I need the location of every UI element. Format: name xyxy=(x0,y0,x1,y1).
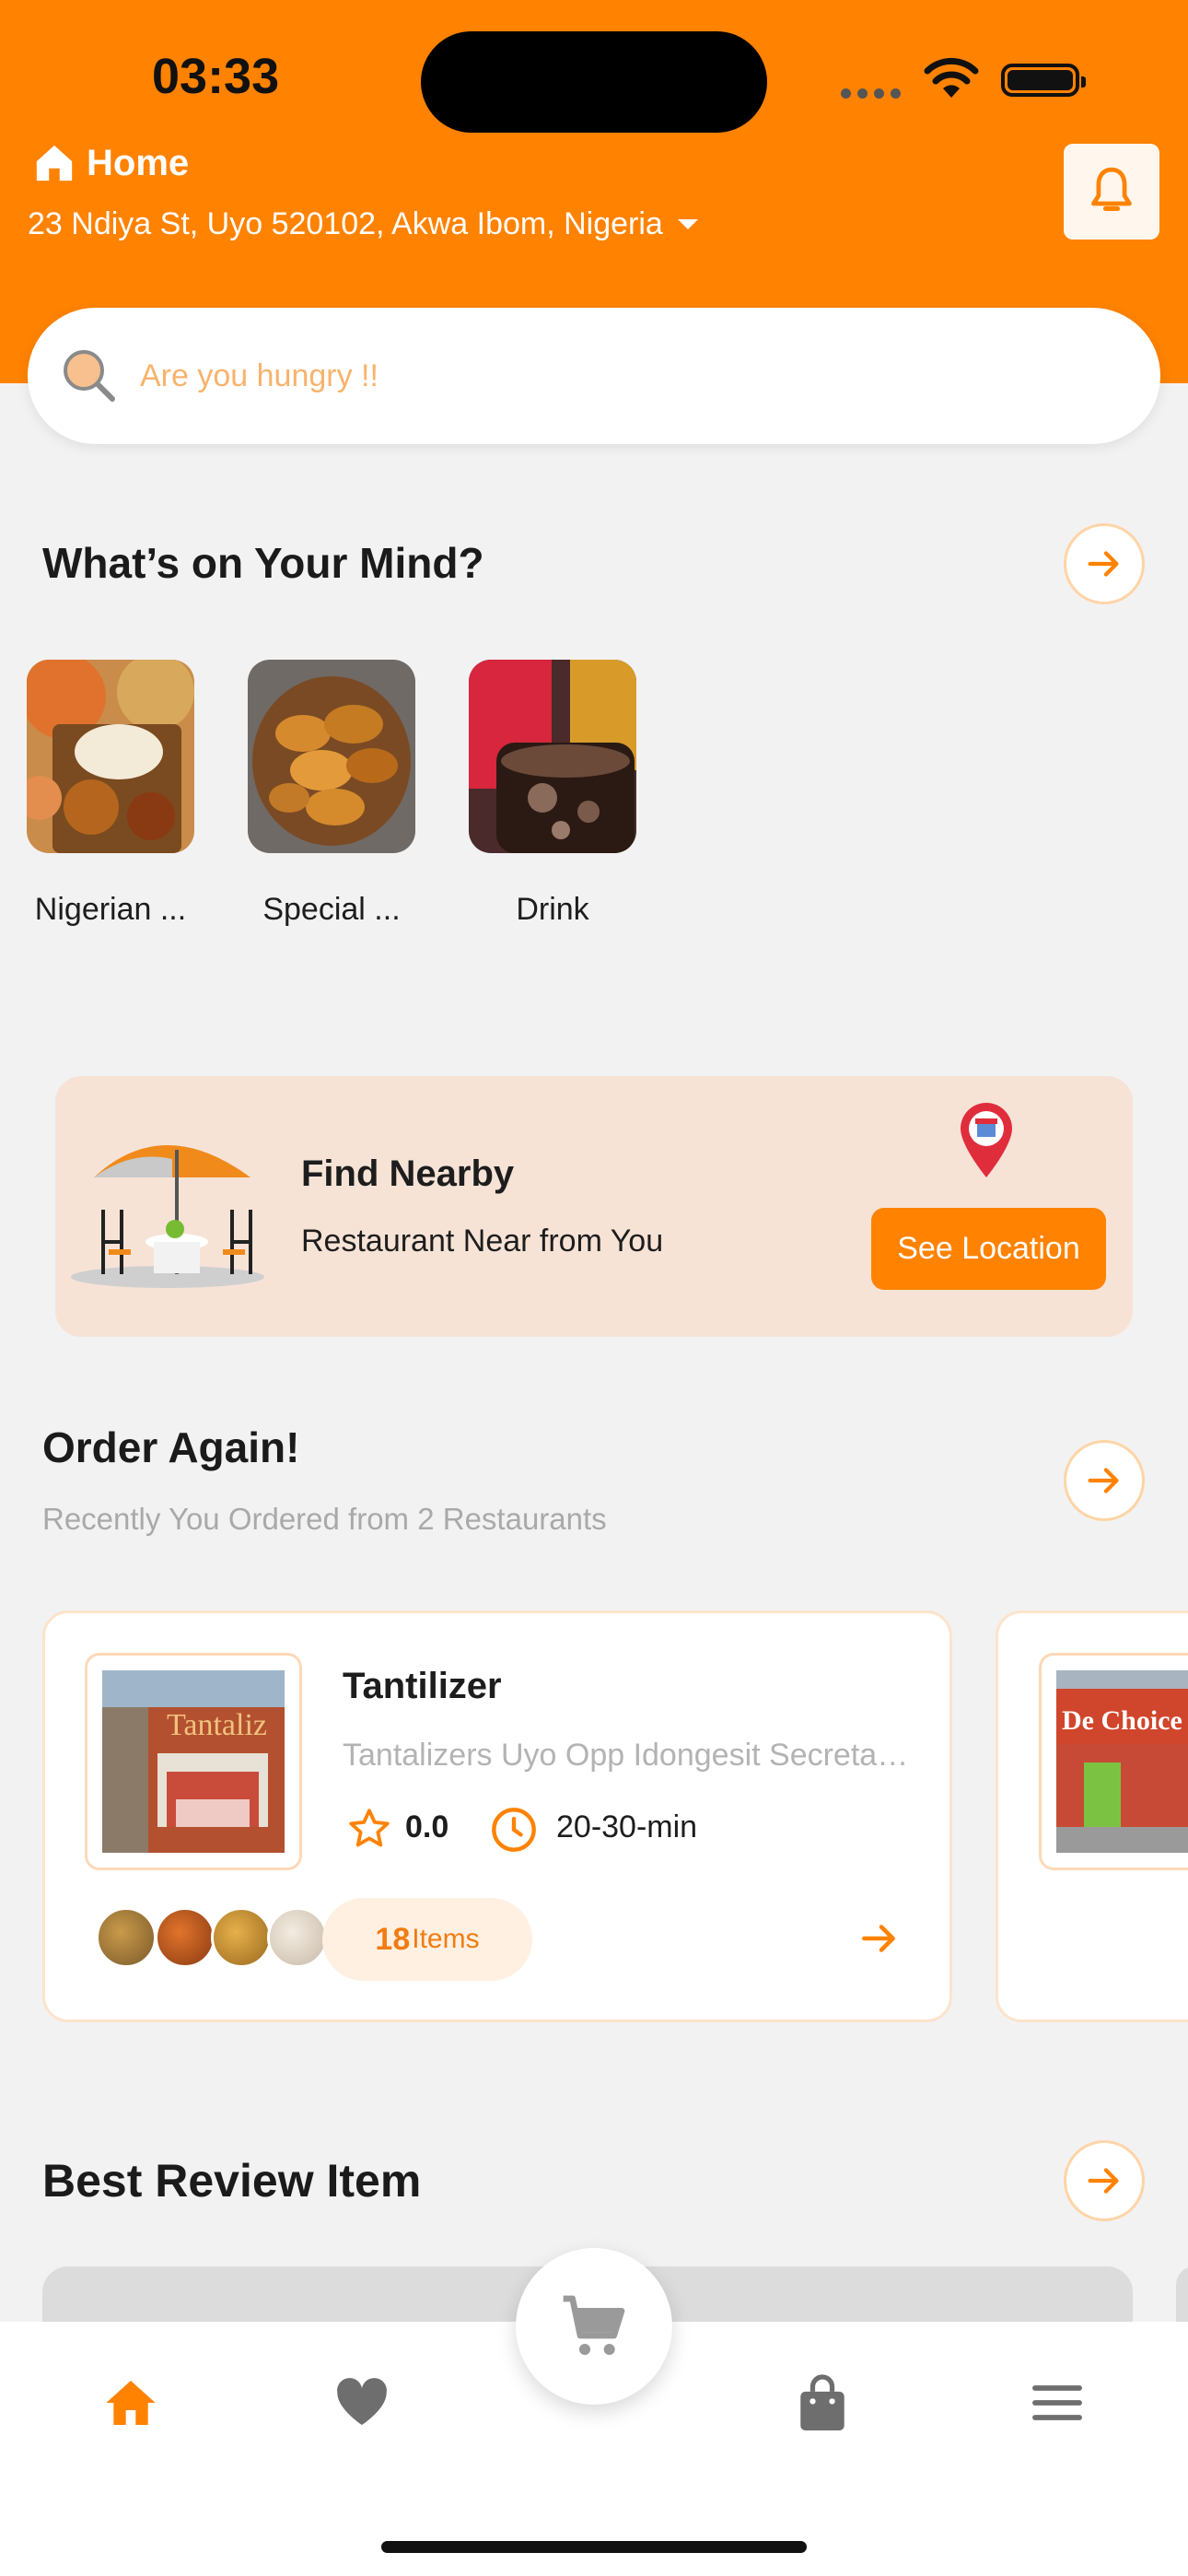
home-icon xyxy=(36,145,73,181)
category-label: Nigerian ... xyxy=(34,892,187,927)
food-thumbnail xyxy=(267,1907,328,1968)
notifications-button[interactable] xyxy=(1064,144,1159,240)
order-again-see-all-button[interactable] xyxy=(1064,1440,1145,1521)
category-nigerian[interactable]: Nigerian ... xyxy=(18,660,203,928)
table-umbrella-illustration xyxy=(66,1122,278,1293)
tab-orders[interactable] xyxy=(796,2373,849,2439)
tab-menu[interactable] xyxy=(1028,2373,1087,2437)
restaurant-eta: 20-30-min xyxy=(556,1809,698,1844)
food-thumbnail xyxy=(211,1907,272,1968)
category-image xyxy=(27,660,194,853)
tab-favorites[interactable] xyxy=(332,2373,392,2437)
see-location-button[interactable]: See Location xyxy=(871,1208,1106,1290)
battery-icon xyxy=(1001,64,1086,97)
cellular-signal-icon xyxy=(841,87,907,103)
find-nearby-subtitle: Restaurant Near from You xyxy=(301,1224,664,1259)
mind-see-all-button[interactable] xyxy=(1064,523,1145,604)
section-title-best-review: Best Review Item xyxy=(42,2155,422,2207)
search-input[interactable] xyxy=(140,357,969,394)
address-dropdown[interactable]: 23 Ndiya St, Uyo 520102, Akwa Ibom, Nige… xyxy=(28,206,698,242)
items-label: Items xyxy=(412,1924,480,1954)
order-again-subtitle: Recently You Ordered from 2 Restaurants xyxy=(42,1502,607,1536)
caret-down-icon xyxy=(677,219,698,229)
category-image xyxy=(469,660,636,853)
restaurant-sign-text: Tantaliz xyxy=(167,1708,267,1742)
arrow-right-icon xyxy=(1088,2168,1119,2194)
wifi-icon xyxy=(923,57,980,104)
items-count: 18 xyxy=(375,1921,411,1957)
category-image xyxy=(248,660,415,853)
reorder-arrow-icon[interactable] xyxy=(856,1915,903,1966)
restaurant-address: Tantalizers Uyo Opp Idongesit Secretaria… xyxy=(343,1738,914,1773)
restaurant-image: Tantaliz xyxy=(85,1653,302,1870)
location-selector[interactable]: Home xyxy=(33,142,189,184)
cart-icon xyxy=(563,2295,625,2355)
clock-icon xyxy=(490,1806,538,1858)
category-drink[interactable]: Drink xyxy=(460,660,645,928)
home-indicator xyxy=(381,2541,807,2553)
dynamic-island xyxy=(421,31,767,133)
food-thumbnail xyxy=(96,1907,157,1968)
items-count-badge: 18 Items xyxy=(322,1898,532,1981)
restaurant-rating: 0.0 xyxy=(405,1809,449,1844)
bell-icon xyxy=(1091,167,1132,212)
status-time: 03:33 xyxy=(152,49,280,104)
bag-icon xyxy=(800,2374,844,2430)
section-title-mind: What’s on Your Mind? xyxy=(42,539,484,587)
tab-home[interactable] xyxy=(101,2373,160,2437)
arrow-right-icon xyxy=(1088,1468,1119,1493)
restaurant-image: De Choice xyxy=(1039,1653,1188,1870)
heart-icon xyxy=(337,2378,387,2425)
star-icon xyxy=(346,1806,392,1856)
cart-button[interactable] xyxy=(516,2248,672,2405)
best-review-see-all-button[interactable] xyxy=(1064,2140,1145,2221)
restaurant-sign-text: De Choice xyxy=(1062,1705,1182,1736)
category-label: Drink xyxy=(516,892,589,927)
location-label: Home xyxy=(87,142,190,183)
category-label: Special ... xyxy=(262,892,401,927)
menu-icon xyxy=(1032,2385,1082,2420)
category-special[interactable]: Special ... xyxy=(239,660,424,928)
restaurant-name: Tantilizer xyxy=(343,1666,502,1706)
section-title-order-again: Order Again! xyxy=(42,1423,300,1471)
home-icon xyxy=(106,2381,156,2425)
food-thumbnail xyxy=(155,1907,215,1968)
map-pin-icon xyxy=(958,1100,1015,1184)
address-text: 23 Ndiya St, Uyo 520102, Akwa Ibom, Nige… xyxy=(28,206,663,241)
find-nearby-title: Find Nearby xyxy=(301,1153,515,1194)
search-bar[interactable] xyxy=(28,308,1160,444)
search-icon xyxy=(64,350,115,402)
arrow-right-icon xyxy=(1088,551,1119,577)
